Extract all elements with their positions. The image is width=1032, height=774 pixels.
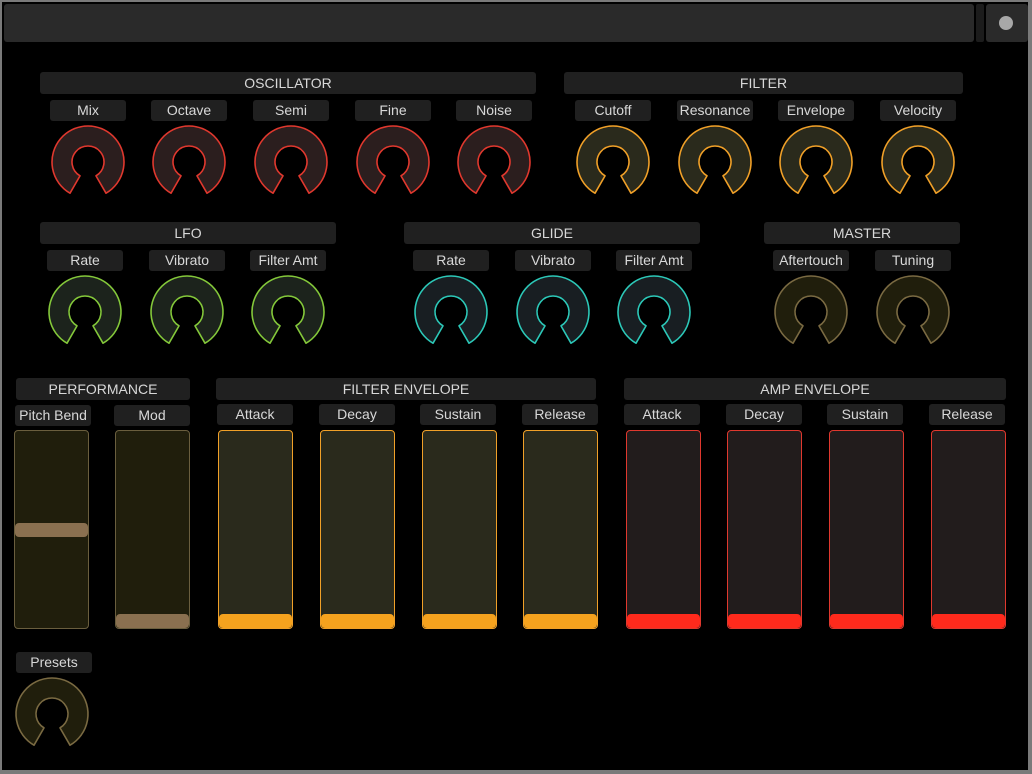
knob-master-aftertouch[interactable]: [771, 274, 851, 350]
fader-handle[interactable]: [15, 522, 88, 537]
knob-ring: [576, 125, 650, 194]
fader-filter-decay[interactable]: [320, 430, 395, 629]
fader-handle[interactable]: [627, 614, 700, 628]
knob-ring: [254, 125, 328, 194]
knob-ring: [774, 275, 848, 344]
knob-osc-fine[interactable]: [353, 124, 433, 200]
knob-ring: [516, 275, 590, 344]
fader-handle[interactable]: [423, 614, 496, 628]
knob-glide-rate[interactable]: [411, 274, 491, 350]
knob-label-presets: Presets: [16, 652, 92, 673]
knob-label-glide-vibrato: Vibrato: [515, 250, 591, 271]
knob-osc-semi[interactable]: [251, 124, 331, 200]
knob-label-resonance: Resonance: [677, 100, 753, 121]
knob-osc-noise[interactable]: [454, 124, 534, 200]
knob-filter-resonance[interactable]: [675, 124, 755, 200]
knob-ring: [152, 125, 226, 194]
fader-amp-decay[interactable]: [727, 430, 802, 629]
fader-filter-attack[interactable]: [218, 430, 293, 629]
fader-label-amp-decay: Decay: [726, 404, 802, 425]
circle-icon: [999, 16, 1013, 30]
knob-label-lfo-filter-amt: Filter Amt: [250, 250, 326, 271]
fader-label-mod: Mod: [114, 405, 190, 426]
knob-ring: [678, 125, 752, 194]
section-master: MASTER: [764, 222, 960, 244]
section-filter-envelope: FILTER ENVELOPE: [216, 378, 596, 400]
knob-ring: [457, 125, 531, 194]
section-lfo: LFO: [40, 222, 336, 244]
knob-label-glide-filter-amt: Filter Amt: [616, 250, 692, 271]
window-button[interactable]: [986, 4, 1028, 42]
fader-handle[interactable]: [524, 614, 597, 628]
fader-label-filter-decay: Decay: [319, 404, 395, 425]
knob-presets[interactable]: [12, 676, 92, 752]
knob-ring: [251, 275, 325, 344]
knob-ring: [876, 275, 950, 344]
knob-ring: [779, 125, 853, 194]
knob-ring: [51, 125, 125, 194]
synth-panel: OSCILLATOR FILTER LFO GLIDE MASTER PERFO…: [2, 2, 1028, 770]
knob-ring: [15, 677, 89, 746]
knob-filter-velocity[interactable]: [878, 124, 958, 200]
knob-glide-vibrato[interactable]: [513, 274, 593, 350]
fader-label-amp-attack: Attack: [624, 404, 700, 425]
knob-label-velocity: Velocity: [880, 100, 956, 121]
knob-ring: [356, 125, 430, 194]
title-bar: [4, 4, 974, 42]
fader-amp-sustain[interactable]: [829, 430, 904, 629]
knob-filter-envelope[interactable]: [776, 124, 856, 200]
fader-handle[interactable]: [728, 614, 801, 628]
fader-handle[interactable]: [116, 614, 189, 628]
fader-label-filter-attack: Attack: [217, 404, 293, 425]
fader-handle[interactable]: [932, 614, 1005, 628]
title-bar-divider: [976, 4, 984, 42]
knob-label-mix: Mix: [50, 100, 126, 121]
knob-label-octave: Octave: [151, 100, 227, 121]
knob-label-envelope: Envelope: [778, 100, 854, 121]
knob-ring: [881, 125, 955, 194]
fader-label-amp-sustain: Sustain: [827, 404, 903, 425]
knob-lfo-filter-amt[interactable]: [248, 274, 328, 350]
section-amp-envelope: AMP ENVELOPE: [624, 378, 1006, 400]
fader-handle[interactable]: [219, 614, 292, 628]
knob-ring: [617, 275, 691, 344]
fader-handle[interactable]: [321, 614, 394, 628]
fader-filter-release[interactable]: [523, 430, 598, 629]
section-glide: GLIDE: [404, 222, 700, 244]
knob-osc-octave[interactable]: [149, 124, 229, 200]
fader-amp-release[interactable]: [931, 430, 1006, 629]
knob-label-semi: Semi: [253, 100, 329, 121]
fader-mod[interactable]: [115, 430, 190, 629]
fader-label-pitch-bend: Pitch Bend: [15, 405, 91, 426]
knob-label-cutoff: Cutoff: [575, 100, 651, 121]
knob-lfo-rate[interactable]: [45, 274, 125, 350]
knob-filter-cutoff[interactable]: [573, 124, 653, 200]
fader-amp-attack[interactable]: [626, 430, 701, 629]
fader-handle[interactable]: [830, 614, 903, 628]
knob-ring: [150, 275, 224, 344]
knob-label-tuning: Tuning: [875, 250, 951, 271]
fader-filter-sustain[interactable]: [422, 430, 497, 629]
knob-label-noise: Noise: [456, 100, 532, 121]
knob-ring: [48, 275, 122, 344]
fader-pitch-bend[interactable]: [14, 430, 89, 629]
knob-label-lfo-vibrato: Vibrato: [149, 250, 225, 271]
knob-osc-mix[interactable]: [48, 124, 128, 200]
knob-label-aftertouch: Aftertouch: [773, 250, 849, 271]
fader-label-filter-release: Release: [522, 404, 598, 425]
knob-label-lfo-rate: Rate: [47, 250, 123, 271]
knob-label-fine: Fine: [355, 100, 431, 121]
knob-glide-filter-amt[interactable]: [614, 274, 694, 350]
fader-label-filter-sustain: Sustain: [420, 404, 496, 425]
knob-master-tuning[interactable]: [873, 274, 953, 350]
knob-ring: [414, 275, 488, 344]
section-filter: FILTER: [564, 72, 963, 94]
section-oscillator: OSCILLATOR: [40, 72, 536, 94]
knob-label-glide-rate: Rate: [413, 250, 489, 271]
knob-lfo-vibrato[interactable]: [147, 274, 227, 350]
section-performance: PERFORMANCE: [16, 378, 190, 400]
fader-label-amp-release: Release: [929, 404, 1005, 425]
